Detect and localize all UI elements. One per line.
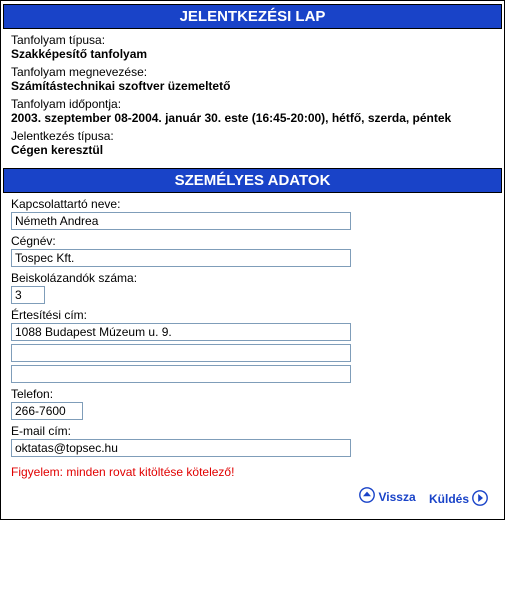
regtype-label: Jelentkezés típusa: bbox=[11, 129, 494, 143]
regtype-value: Cégen keresztül bbox=[11, 143, 494, 157]
phone-input[interactable] bbox=[11, 402, 83, 420]
course-type-label: Tanfolyam típusa: bbox=[11, 33, 494, 47]
course-date-value: 2003. szeptember 08-2004. január 30. est… bbox=[11, 111, 494, 125]
course-info: Tanfolyam típusa: Szakképesítő tanfolyam… bbox=[3, 33, 502, 165]
mandatory-warning: Figyelem: minden rovat kitöltése kötelez… bbox=[11, 465, 494, 479]
company-label: Cégnév: bbox=[11, 234, 494, 248]
email-input[interactable] bbox=[11, 439, 351, 457]
phone-label: Telefon: bbox=[11, 387, 494, 401]
contact-name-input[interactable] bbox=[11, 212, 351, 230]
company-input[interactable] bbox=[11, 249, 351, 267]
address-input-3[interactable] bbox=[11, 365, 351, 383]
course-date-label: Tanfolyam időpontja: bbox=[11, 97, 494, 111]
back-button[interactable]: Vissza bbox=[359, 487, 415, 506]
personal-form: Kapcsolattartó neve: Cégnév: Beiskolázan… bbox=[3, 197, 502, 517]
arrow-right-icon bbox=[469, 490, 488, 509]
section-header-personal: SZEMÉLYES ADATOK bbox=[3, 168, 502, 193]
back-label: Vissza bbox=[378, 490, 415, 504]
count-label: Beiskolázandók száma: bbox=[11, 271, 494, 285]
count-input[interactable] bbox=[11, 286, 45, 304]
course-name-value: Számítástechnikai szoftver üzemeltető bbox=[11, 79, 494, 93]
address-input-1[interactable] bbox=[11, 323, 351, 341]
arrow-up-icon bbox=[359, 487, 378, 506]
registration-form: JELENTKEZÉSI LAP Tanfolyam típusa: Szakk… bbox=[0, 0, 505, 520]
email-label: E-mail cím: bbox=[11, 424, 494, 438]
address-label: Értesítési cím: bbox=[11, 308, 494, 322]
send-button[interactable]: Küldés bbox=[429, 490, 488, 509]
course-type-value: Szakképesítő tanfolyam bbox=[11, 47, 494, 61]
course-name-label: Tanfolyam megnevezése: bbox=[11, 65, 494, 79]
send-label: Küldés bbox=[429, 492, 469, 506]
address-input-2[interactable] bbox=[11, 344, 351, 362]
form-footer: Vissza Küldés bbox=[11, 485, 494, 513]
section-header-registration: JELENTKEZÉSI LAP bbox=[3, 4, 502, 29]
contact-name-label: Kapcsolattartó neve: bbox=[11, 197, 494, 211]
